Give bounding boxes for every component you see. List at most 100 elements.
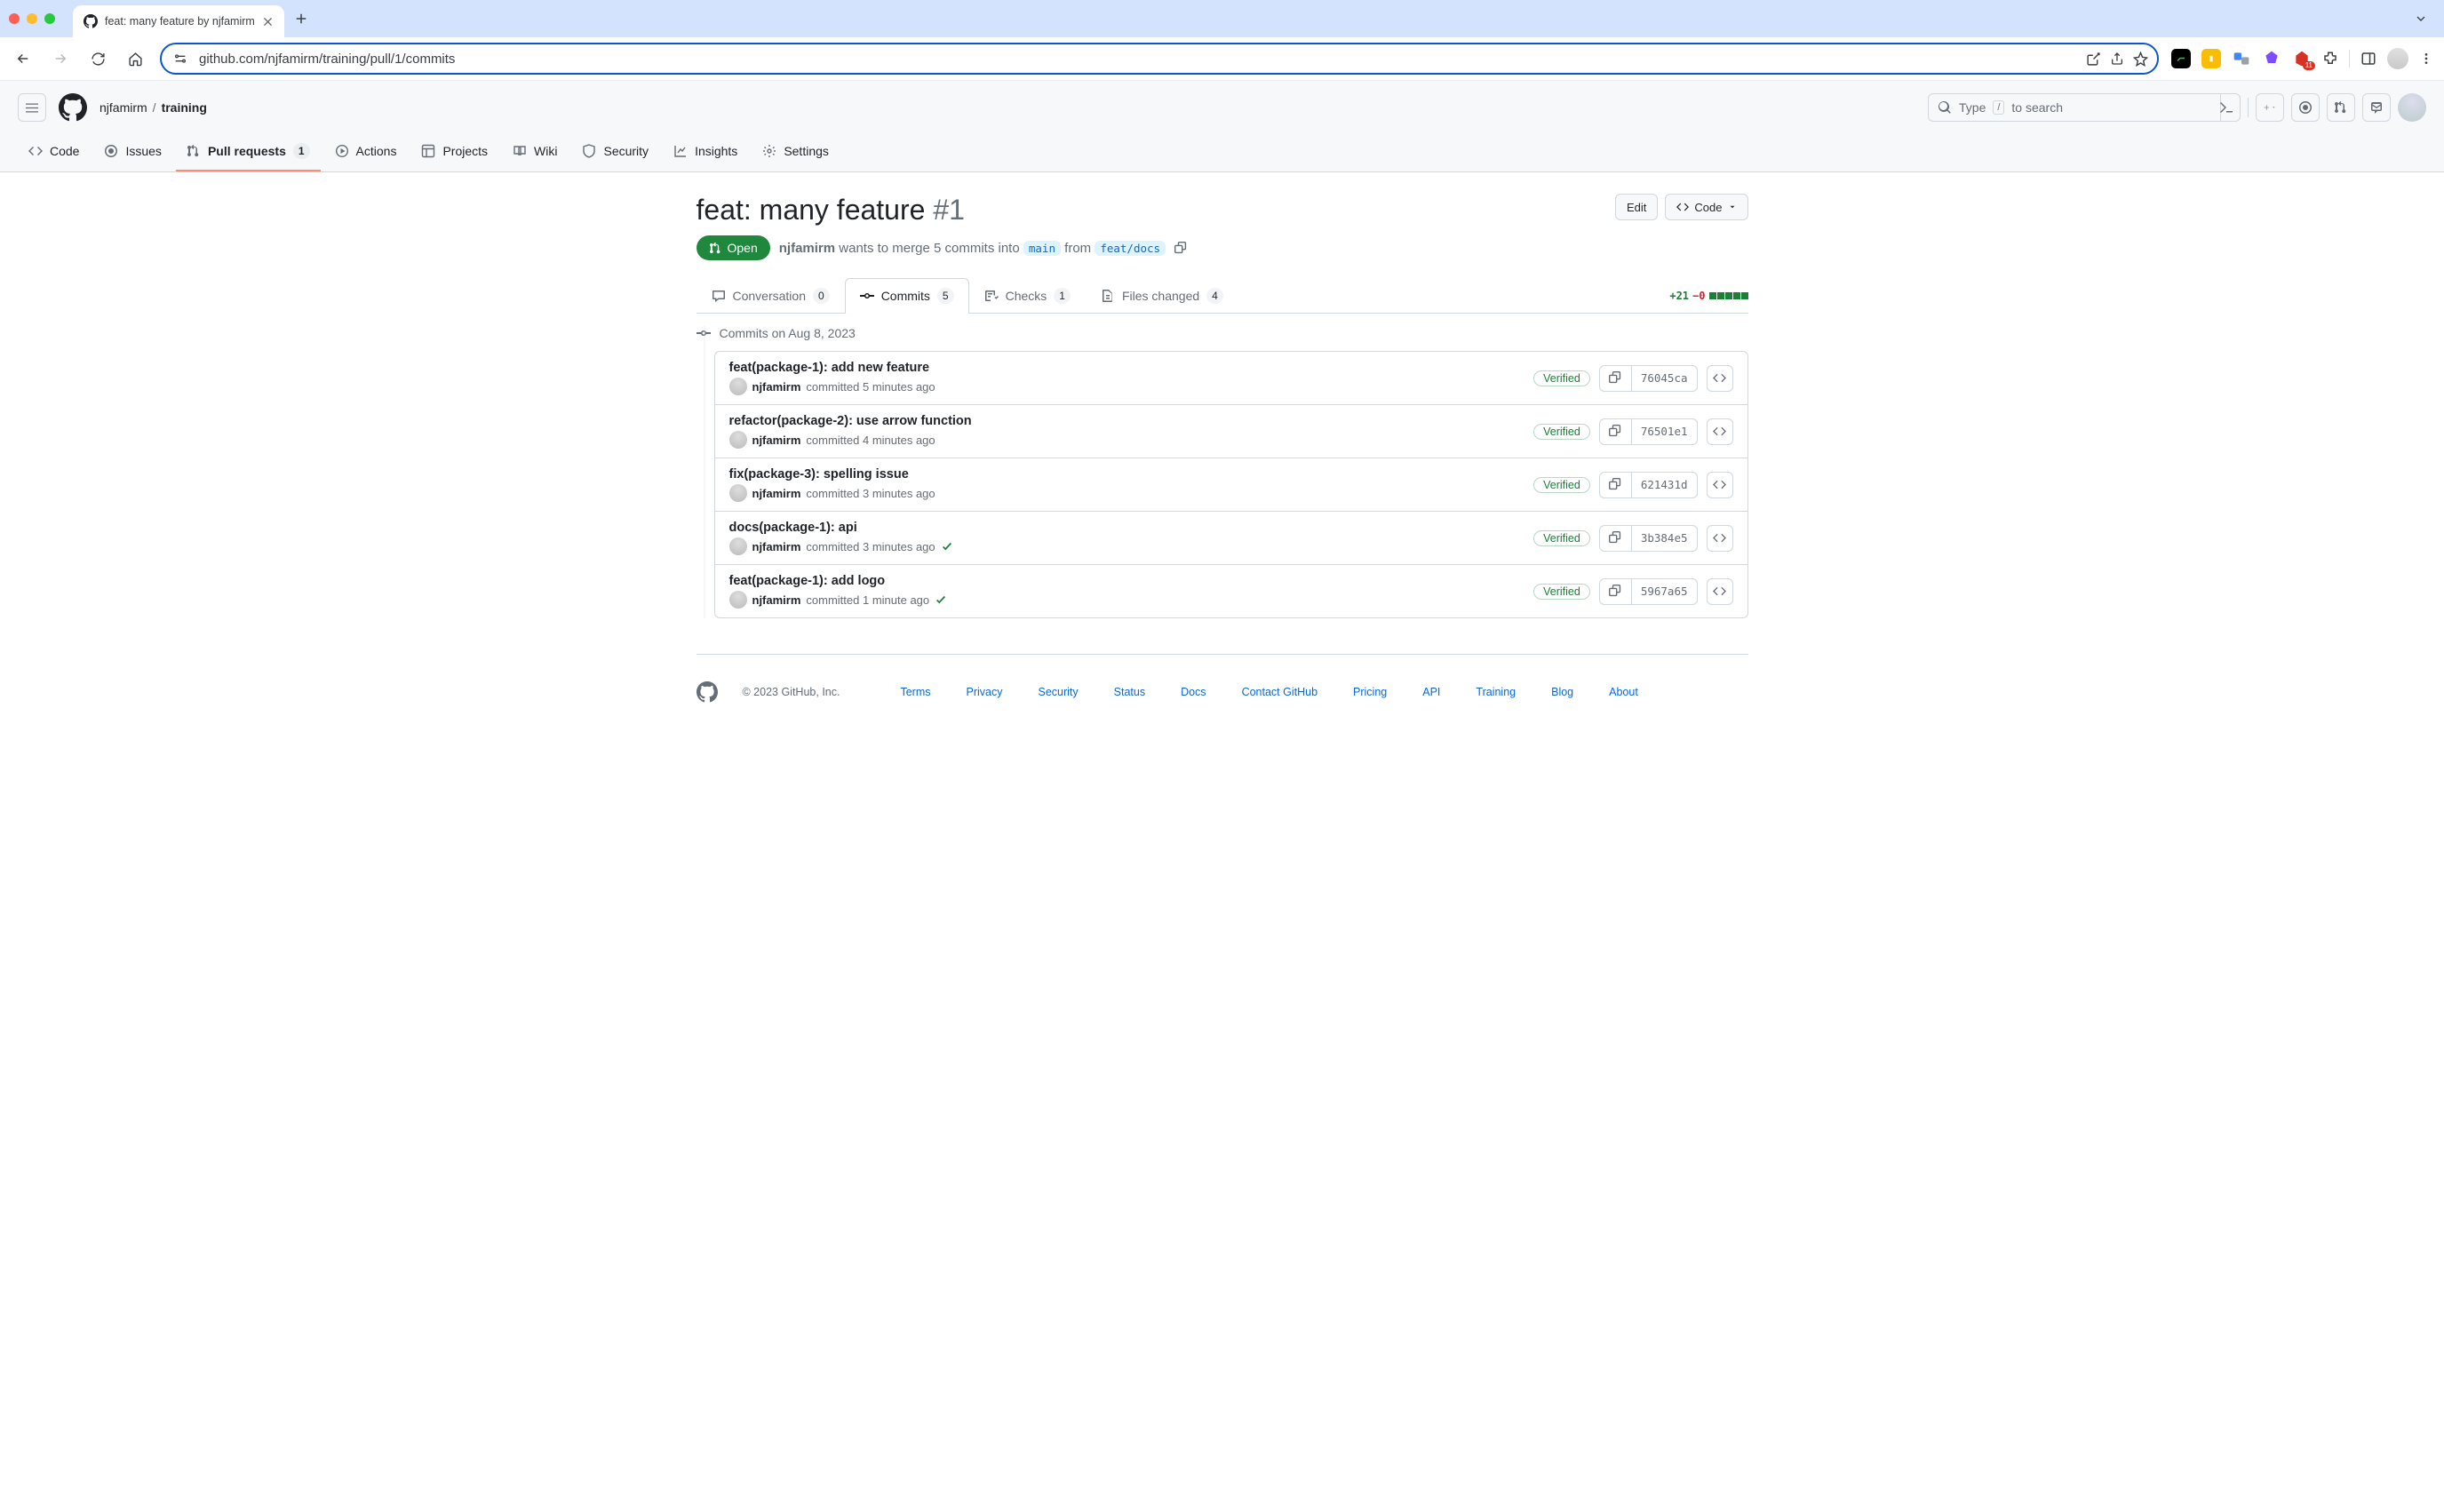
copy-sha-button[interactable] [1600, 419, 1631, 444]
home-button[interactable] [123, 46, 147, 71]
footer-link[interactable]: Contact GitHub [1242, 686, 1318, 698]
nav-actions[interactable]: Actions [324, 135, 408, 171]
commit-sha[interactable]: 76501e1 [1631, 419, 1697, 444]
author-avatar[interactable] [729, 591, 747, 609]
nav-settings[interactable]: Settings [752, 135, 840, 171]
breadcrumb-repo[interactable]: training [162, 100, 207, 115]
footer-link[interactable]: Pricing [1353, 686, 1387, 698]
nav-pull-requests[interactable]: Pull requests1 [176, 134, 321, 171]
check-icon[interactable] [935, 593, 947, 606]
chrome-menu-icon[interactable] [2419, 52, 2433, 66]
nav-wiki[interactable]: Wiki [502, 135, 568, 171]
author-avatar[interactable] [729, 484, 747, 502]
extension-icon[interactable] [2292, 49, 2312, 68]
user-avatar[interactable] [2398, 93, 2426, 122]
commit-title[interactable]: refactor(package-2): use arrow function [729, 414, 1534, 428]
hamburger-menu-button[interactable] [18, 93, 46, 122]
copy-sha-button[interactable] [1600, 366, 1631, 391]
browse-repo-button[interactable] [1707, 578, 1733, 605]
code-button[interactable]: Code [1665, 194, 1747, 220]
copy-sha-button[interactable] [1600, 526, 1631, 551]
browse-repo-button[interactable] [1707, 525, 1733, 552]
nav-security[interactable]: Security [571, 135, 659, 171]
tab-close-icon[interactable] [262, 16, 274, 28]
copy-branch-icon[interactable] [1174, 242, 1188, 255]
head-branch[interactable]: feat/docs [1095, 241, 1166, 256]
commit-sha[interactable]: 76045ca [1631, 366, 1697, 391]
back-button[interactable] [11, 46, 36, 71]
extensions-menu-icon[interactable] [2322, 51, 2338, 67]
commit-author[interactable]: njfamirm [752, 434, 801, 447]
verified-badge[interactable]: Verified [1533, 584, 1590, 600]
check-icon[interactable] [941, 540, 953, 553]
tabs-expand-icon[interactable] [2414, 12, 2435, 26]
maximize-window-icon[interactable] [44, 13, 55, 24]
author-avatar[interactable] [729, 537, 747, 555]
extension-icon[interactable] [2262, 49, 2281, 68]
copy-sha-button[interactable] [1600, 473, 1631, 497]
create-new-button[interactable] [2256, 93, 2284, 122]
site-info-icon[interactable] [171, 49, 190, 68]
close-window-icon[interactable] [9, 13, 20, 24]
commit-sha[interactable]: 5967a65 [1631, 579, 1697, 604]
footer-link[interactable]: About [1609, 686, 1638, 698]
base-branch[interactable]: main [1023, 241, 1061, 256]
commit-title[interactable]: fix(package-3): spelling issue [729, 467, 1534, 481]
notifications-button[interactable] [2362, 93, 2391, 122]
footer-link[interactable]: Privacy [967, 686, 1003, 698]
profile-avatar[interactable] [2387, 48, 2408, 69]
tab-files[interactable]: Files changed4 [1086, 278, 1238, 313]
footer-link[interactable]: Terms [900, 686, 930, 698]
open-external-icon[interactable] [2086, 52, 2101, 67]
browser-tab[interactable]: feat: many feature by njfamirm [73, 5, 284, 37]
tab-checks[interactable]: Checks1 [969, 278, 1086, 313]
commit-author[interactable]: njfamirm [752, 487, 801, 500]
footer-link[interactable]: Docs [1181, 686, 1206, 698]
footer-link[interactable]: Status [1114, 686, 1145, 698]
copy-sha-button[interactable] [1600, 579, 1631, 604]
github-logo-icon[interactable] [59, 93, 87, 122]
reload-button[interactable] [85, 46, 110, 71]
verified-badge[interactable]: Verified [1533, 477, 1590, 493]
minimize-window-icon[interactable] [27, 13, 37, 24]
bookmark-icon[interactable] [2133, 52, 2148, 67]
commit-sha[interactable]: 3b384e5 [1631, 526, 1697, 551]
verified-badge[interactable]: Verified [1533, 370, 1590, 386]
commit-title[interactable]: docs(package-1): api [729, 521, 1534, 535]
footer-link[interactable]: Blog [1551, 686, 1573, 698]
footer-link[interactable]: Training [1476, 686, 1516, 698]
share-icon[interactable] [2110, 52, 2124, 67]
command-palette-button[interactable] [2212, 93, 2241, 122]
browse-repo-button[interactable] [1707, 472, 1733, 498]
address-bar[interactable]: github.com/njfamirm/training/pull/1/comm… [160, 43, 2159, 75]
side-panel-icon[interactable] [2360, 51, 2376, 67]
nav-projects[interactable]: Projects [410, 135, 498, 171]
github-logo-icon[interactable] [697, 681, 718, 703]
nav-issues[interactable]: Issues [93, 135, 171, 171]
tab-commits[interactable]: Commits5 [845, 278, 969, 314]
forward-button[interactable] [48, 46, 73, 71]
commit-title[interactable]: feat(package-1): add logo [729, 574, 1534, 588]
nav-code[interactable]: Code [18, 135, 90, 171]
extension-icon[interactable] [2201, 49, 2221, 68]
author-avatar[interactable] [729, 431, 747, 449]
footer-link[interactable]: API [1422, 686, 1440, 698]
footer-link[interactable]: Security [1038, 686, 1078, 698]
commit-sha[interactable]: 621431d [1631, 473, 1697, 497]
search-input[interactable]: Type / to search [1928, 93, 2221, 122]
edit-button[interactable]: Edit [1615, 194, 1658, 220]
verified-badge[interactable]: Verified [1533, 424, 1590, 440]
issues-button[interactable] [2291, 93, 2320, 122]
commit-author[interactable]: njfamirm [752, 593, 801, 607]
verified-badge[interactable]: Verified [1533, 530, 1590, 546]
commit-author[interactable]: njfamirm [752, 540, 801, 553]
nav-insights[interactable]: Insights [663, 135, 748, 171]
browse-repo-button[interactable] [1707, 418, 1733, 445]
translate-icon[interactable] [2232, 49, 2251, 68]
author-avatar[interactable] [729, 378, 747, 395]
pull-requests-button[interactable] [2327, 93, 2355, 122]
pr-author[interactable]: njfamirm [779, 241, 835, 256]
browse-repo-button[interactable] [1707, 365, 1733, 392]
tab-conversation[interactable]: Conversation0 [697, 278, 845, 313]
commit-title[interactable]: feat(package-1): add new feature [729, 361, 1534, 375]
